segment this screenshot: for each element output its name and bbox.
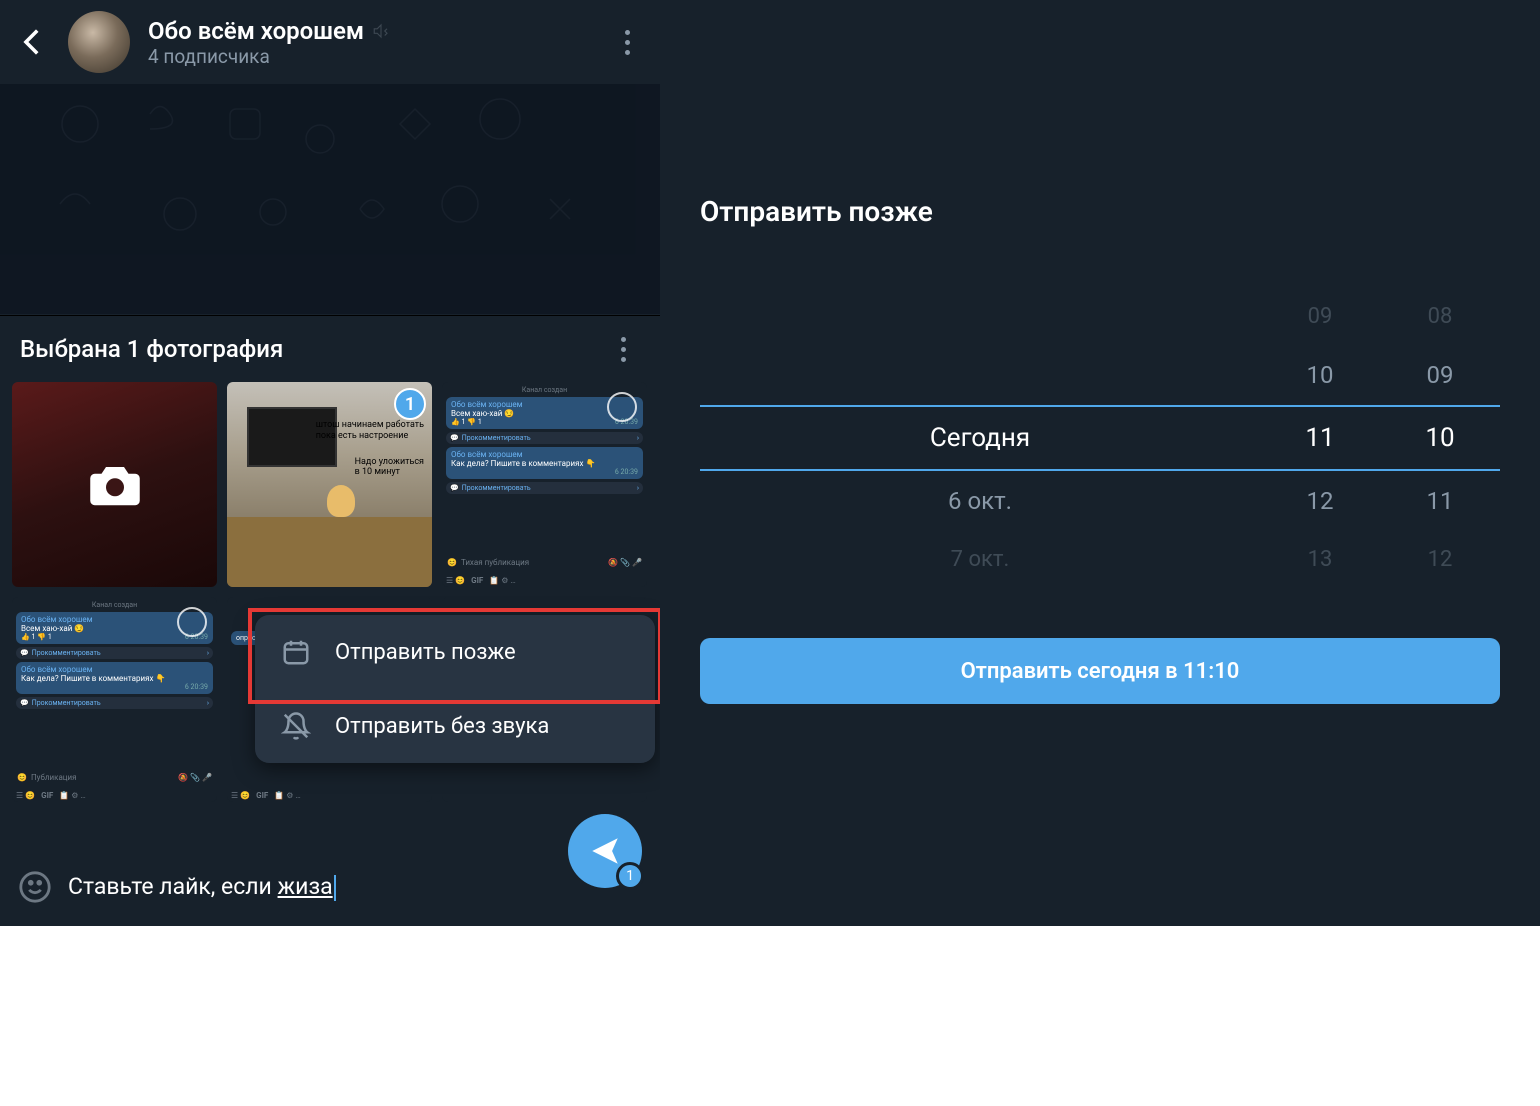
emoji-icon[interactable]	[18, 870, 52, 904]
menu-label: Отправить без звука	[335, 714, 549, 739]
photo-thumb-3[interactable]: Канал создан Обо всём хорошем Всем хаю-х…	[12, 597, 217, 802]
mini-comment: Прокомментировать	[32, 649, 101, 657]
picker-date[interactable]	[700, 345, 1260, 405]
picker-hour[interactable]: 12	[1260, 471, 1380, 531]
picker-minute-selected[interactable]: 10	[1380, 407, 1500, 469]
thumb-caption: в 10 минут	[355, 467, 400, 477]
camera-tile[interactable]	[12, 382, 217, 587]
chat-title: Обо всём хорошем	[148, 17, 364, 45]
confirm-schedule-button[interactable]: Отправить сегодня в 11:10	[700, 638, 1500, 704]
mini-msg-text: Как дела? Пишите в комментариях 👇	[451, 459, 638, 468]
mini-msg-text: Как дела? Пишите в комментариях 👇	[21, 674, 208, 683]
picker-minute[interactable]: 09	[1380, 345, 1500, 405]
bell-off-icon	[281, 711, 311, 741]
picker-date[interactable]: 7 окт.	[700, 531, 1260, 588]
mini-reaction: 👎 1	[37, 633, 51, 641]
mini-comment: Прокомментировать	[462, 434, 531, 442]
thumb-caption: Надо уложиться	[355, 457, 424, 467]
back-icon[interactable]	[16, 25, 50, 59]
picker-hour[interactable]: 10	[1260, 345, 1380, 405]
photo-thumb-2[interactable]: Канал создан Обо всём хорошем Всем хаю-х…	[442, 382, 647, 587]
mini-quiet: Тихая публикация	[461, 558, 529, 567]
mini-pub: Публикация	[31, 773, 77, 782]
thumb-caption: пока есть настроение	[316, 431, 409, 441]
composer-input[interactable]: Ставьте лайк, если жиза	[68, 873, 642, 901]
picker-date-selected[interactable]: Сегодня	[700, 407, 1260, 469]
chat-background	[0, 84, 660, 314]
header-menu-icon[interactable]	[610, 25, 644, 59]
context-menu: Отправить позже Отправить без звука	[255, 615, 655, 763]
menu-send-later[interactable]: Отправить позже	[255, 615, 655, 689]
schedule-dialog: Отправить позже 09 08 10 09 Сегодня 11 1…	[660, 0, 1540, 926]
picker-minute[interactable]: 11	[1380, 471, 1500, 531]
mini-reaction: 👍 1	[21, 633, 35, 641]
mini-reaction: 👎 1	[467, 418, 481, 426]
picker-minute[interactable]: 08	[1380, 288, 1500, 345]
mini-time: 6 20:39	[615, 468, 638, 476]
mini-channel: Обо всём хорошем	[451, 450, 638, 459]
send-button[interactable]: 1	[568, 814, 642, 888]
text-cursor	[334, 875, 336, 901]
picker-date[interactable]	[700, 288, 1260, 345]
selection-circle[interactable]	[607, 392, 637, 422]
chat-screen: Обо всём хорошем 4 подписчика Выбрана 1 …	[0, 0, 660, 926]
picker-minute[interactable]: 12	[1380, 531, 1500, 588]
selection-circle[interactable]	[177, 607, 207, 637]
mini-comment: Прокомментировать	[32, 699, 101, 707]
muted-icon	[372, 22, 390, 40]
camera-icon	[88, 461, 142, 509]
dialog-title: Отправить позже	[660, 195, 1540, 288]
selection-badge[interactable]: 1	[394, 388, 426, 420]
chat-subtitle: 4 подписчика	[148, 45, 592, 68]
mini-time: 6 20:39	[185, 683, 208, 691]
blank-region	[0, 926, 1540, 1106]
chat-header: Обо всём хорошем 4 подписчика	[0, 0, 660, 84]
send-count-badge: 1	[616, 862, 644, 890]
calendar-icon	[281, 637, 311, 667]
sheet-menu-icon[interactable]	[606, 332, 640, 366]
composer-text-part: Ставьте лайк, если	[68, 873, 278, 900]
menu-send-silent[interactable]: Отправить без звука	[255, 689, 655, 763]
menu-label: Отправить позже	[335, 640, 516, 665]
picker-date[interactable]: 6 окт.	[700, 471, 1260, 531]
thumb-caption: штош начинаем работать	[316, 420, 424, 430]
message-composer: Ставьте лайк, если жиза	[0, 848, 660, 926]
picker-hour-selected[interactable]: 11	[1260, 407, 1380, 469]
mini-comment: Прокомментировать	[462, 484, 531, 492]
sheet-title: Выбрана 1 фотография	[20, 335, 594, 363]
composer-text-underline: жиза	[278, 873, 333, 900]
chat-title-block[interactable]: Обо всём хорошем 4 подписчика	[148, 17, 592, 68]
picker-hour[interactable]: 09	[1260, 288, 1380, 345]
send-icon	[588, 834, 622, 868]
mini-label: Канал создан	[16, 601, 213, 609]
picker-hour[interactable]: 13	[1260, 531, 1380, 588]
photo-thumb-1[interactable]: штош начинаем работатьпока есть настроен…	[227, 382, 432, 587]
avatar[interactable]	[68, 11, 130, 73]
datetime-picker[interactable]: 09 08 10 09 Сегодня 11 10 6 окт. 12 11 7…	[660, 288, 1540, 588]
mini-label: Канал создан	[446, 386, 643, 394]
mini-reaction: 👍 1	[451, 418, 465, 426]
mini-channel: Обо всём хорошем	[21, 665, 208, 674]
